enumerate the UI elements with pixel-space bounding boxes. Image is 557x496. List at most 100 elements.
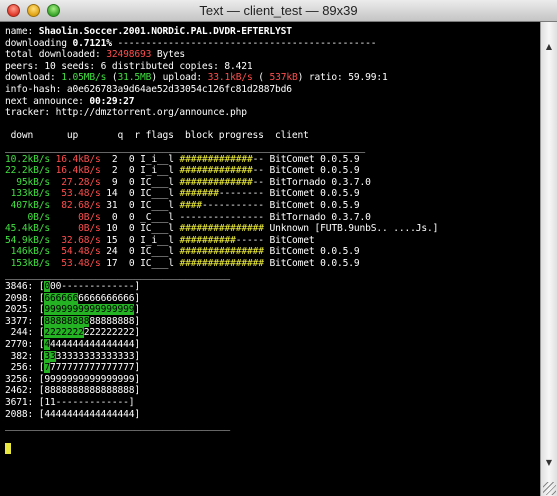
peer-queue: 9 — [100, 176, 118, 188]
piece-index: 3671: [ — [5, 397, 45, 408]
info-text: 32498693 — [106, 49, 152, 61]
peer-progress-done: ############# — [179, 165, 253, 177]
peer-up-rate: 82.68/s — [55, 199, 101, 211]
peer-client: BitTornado 0.3.7.0 — [263, 211, 371, 223]
peer-down-rate: 10.2kB/s — [5, 153, 51, 165]
piece-remaining: 33333333333333] — [55, 350, 141, 362]
title-bar[interactable]: Text — client_test — 89x39 — [0, 0, 557, 22]
peer-requests: 0 — [117, 257, 135, 269]
peer-progress-done: ############### — [179, 257, 264, 269]
info-text: ) upload: — [151, 72, 208, 84]
vertical-scrollbar[interactable]: ▲ ▼ — [540, 22, 557, 496]
peer-progress-done: ############# — [179, 176, 253, 188]
peer-row: 146kB/s 54.48/s 24 0 IC___l ############… — [5, 246, 540, 258]
peer-client: Unknown [FUTB.9unbS.. ....Js.] — [263, 223, 439, 235]
peer-progress-rest: -- — [252, 153, 264, 165]
peer-progress-rest: --------------- — [179, 211, 264, 223]
scroll-up-arrow-icon[interactable]: ▲ — [542, 40, 556, 54]
piece-row: 2098: [6666666666666666] — [5, 292, 540, 305]
peer-requests: 0 — [117, 246, 135, 258]
info-line: download: 1.05MB/s (31.5MB) upload: 33.1… — [5, 72, 540, 84]
peer-progress-done: ########## — [179, 234, 236, 246]
peer-progress-done: ####### — [179, 188, 219, 200]
piece-downloaded: 9999999999999999 — [44, 304, 135, 316]
peer-client: BitComet 0.0.5.9 — [263, 165, 360, 177]
peer-progress-done: #### — [179, 199, 202, 211]
piece-index: 256: [ — [5, 362, 45, 374]
peer-requests: 0 — [117, 199, 135, 211]
piece-downloaded: 2222222 — [44, 327, 84, 339]
piece-remaining: 4444444444444444] — [44, 408, 141, 420]
peer-requests: 0 — [117, 188, 135, 200]
prompt-line[interactable] — [5, 443, 540, 455]
peer-requests: 0 — [117, 153, 135, 165]
peer-progress-rest: ----- — [235, 234, 264, 246]
peer-flags: IC___l — [134, 199, 174, 211]
info-text: 537kB — [269, 72, 298, 84]
peer-up-rate: 0B/s — [55, 223, 101, 235]
info-text: ( — [252, 72, 270, 84]
info-line — [5, 119, 540, 131]
peer-flags: IC___l — [134, 257, 174, 269]
peer-up-rate: 54.48/s — [55, 246, 101, 258]
peer-client: BitComet — [263, 234, 315, 246]
peer-up-rate: 53.48/s — [55, 257, 101, 269]
piece-index: 2088: [ — [5, 408, 45, 420]
info-text: 00:29:27 — [89, 95, 135, 107]
peer-down-rate: 133kB/s — [5, 188, 51, 200]
peer-up-rate: 16.4kB/s — [55, 165, 101, 177]
info-line: info-hash: a0e626783a9d64ae52d33054c126f… — [5, 84, 540, 96]
info-text: peers: 10 seeds: 6 distributed copies: 8… — [5, 60, 253, 72]
peer-requests: 0 — [117, 176, 135, 188]
peer-down-rate: 22.2kB/s — [5, 165, 51, 177]
peer-flags: I_i__l — [134, 153, 174, 165]
separator-line: ________________________________________ — [5, 269, 231, 281]
info-text: ) ratio: 59.99:1 — [297, 72, 388, 84]
peer-row: 45.4kB/s 0B/s 10 0 IC___l ##############… — [5, 223, 540, 235]
peer-row: 54.9kB/s 32.68/s 15 0 I_i__l ##########-… — [5, 235, 540, 247]
window-title: Text — client_test — 89x39 — [199, 3, 358, 18]
peer-progress-done: ############# — [179, 153, 253, 165]
piece-row: 256: [7777777777777777] — [5, 362, 540, 374]
peer-queue: 31 — [100, 199, 118, 211]
info-text: Bytes — [151, 49, 186, 61]
piece-remaining: 444444444444444] — [50, 339, 141, 351]
piece-table: 3846: [000-------------] 2098: [666666666… — [5, 281, 540, 420]
info-line: peers: 10 seeds: 6 distributed copies: 8… — [5, 61, 540, 73]
info-text: 31.5MB — [117, 72, 152, 84]
piece-index: 244: [ — [5, 327, 45, 339]
peer-row: 407kB/s 82.68/s 31 0 IC___l ####--------… — [5, 200, 540, 212]
info-text: info-hash: a0e626783a9d64ae52d33054c126f… — [5, 83, 292, 95]
terminal-output[interactable]: name: Shaolin.Soccer.2001.NORDiC.PAL.DVD… — [0, 22, 540, 496]
info-text: ________________________________________… — [5, 141, 366, 153]
piece-downloaded: 33 — [44, 350, 56, 362]
peer-down-rate: 407kB/s — [5, 199, 51, 211]
piece-remaining: 6666666666] — [78, 292, 141, 304]
piece-row: 382: [3333333333333333] — [5, 350, 540, 363]
piece-row: 3671: [11-------------] — [5, 397, 540, 409]
info-line: next announce: 00:29:27 — [5, 96, 540, 108]
piece-row: 2088: [4444444444444444] — [5, 409, 540, 421]
peer-up-rate: 27.28/s — [55, 176, 101, 188]
peer-queue: 10 — [100, 223, 118, 235]
info-line: total downloaded: 32498693 Bytes — [5, 49, 540, 61]
piece-downloaded: 666666 — [44, 292, 79, 304]
resize-grip-icon[interactable] — [543, 482, 556, 495]
peer-down-rate: 153kB/s — [5, 257, 51, 269]
info-text: total downloaded: — [5, 49, 107, 61]
piece-index: 382: [ — [5, 350, 45, 362]
peer-down-rate: 0B/s — [5, 211, 51, 223]
peer-row: 95kB/s 27.28/s 9 0 IC___l #############-… — [5, 177, 540, 189]
peer-up-rate: 53.48/s — [55, 188, 101, 200]
peer-queue: 15 — [100, 234, 118, 246]
piece-remaining: 8888888888888888] — [44, 385, 141, 397]
info-line: ________________________________________… — [5, 142, 540, 154]
peer-up-rate: 32.68/s — [55, 234, 101, 246]
scroll-down-arrow-icon[interactable]: ▼ — [542, 456, 556, 470]
peer-flags: IC___l — [134, 188, 174, 200]
peer-progress-rest: ----------- — [202, 199, 264, 211]
piece-row: 3256: [9999999999999999] — [5, 374, 540, 386]
info-text: 1.05MB/s — [61, 72, 107, 84]
info-text: download: — [5, 72, 62, 84]
